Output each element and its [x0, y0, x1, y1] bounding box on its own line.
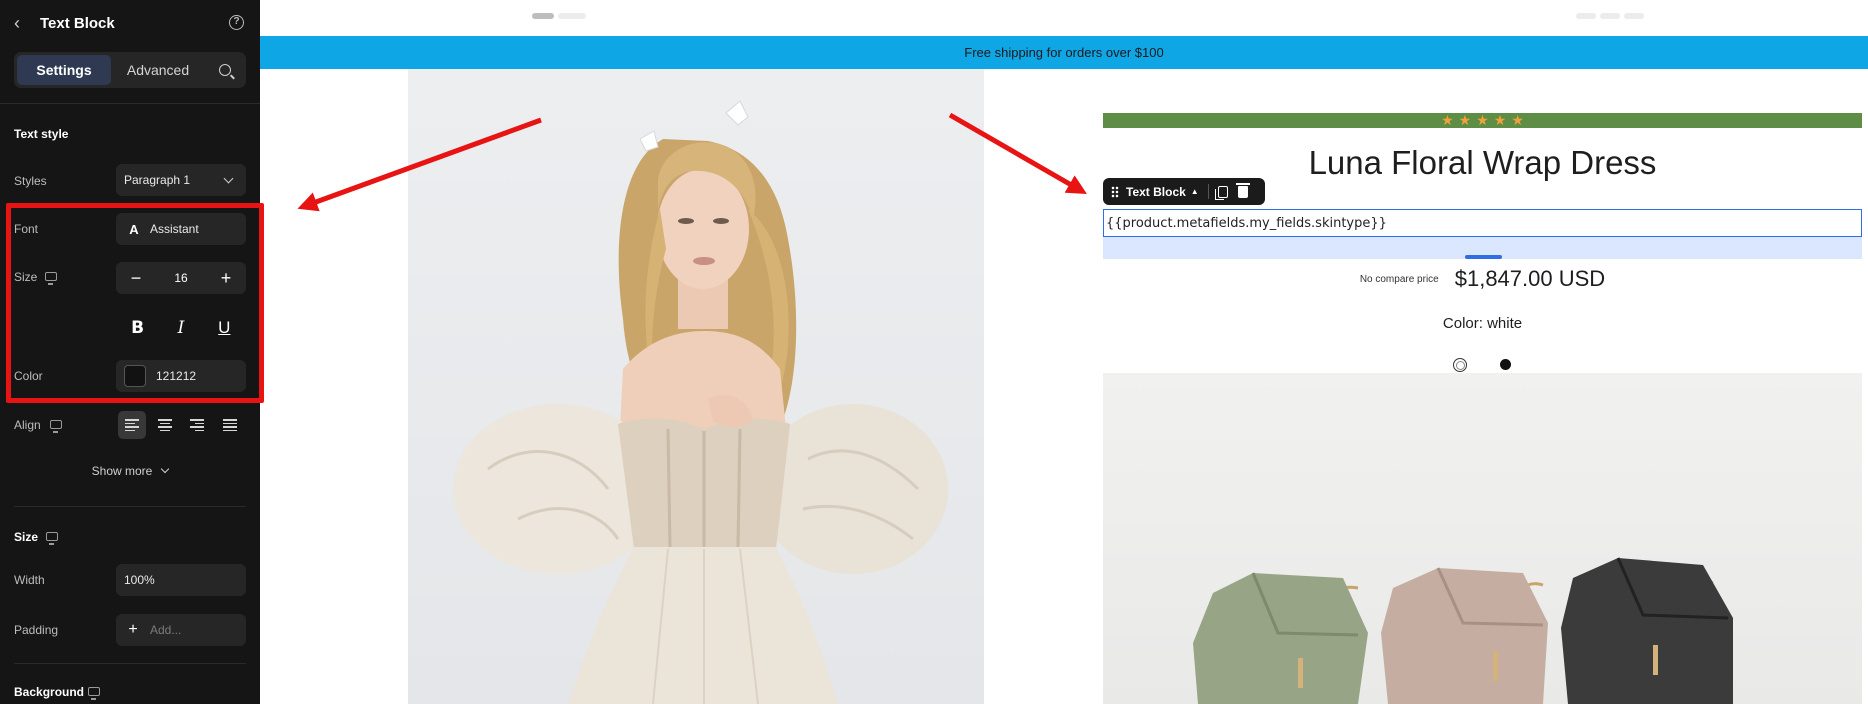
align-right-icon[interactable]: [183, 411, 211, 439]
star-icon: ★: [1476, 112, 1489, 128]
padding-label: Padding: [14, 623, 59, 637]
slide-dot-active[interactable]: [532, 13, 554, 19]
width-label: Width: [14, 573, 45, 587]
color-swatch[interactable]: [124, 365, 146, 387]
color-value[interactable]: 121212: [156, 369, 196, 383]
padding-input[interactable]: + Add...: [116, 614, 246, 646]
chevron-down-icon: [223, 173, 234, 184]
panel-tabs: Settings Advanced: [14, 52, 246, 88]
show-more-button[interactable]: Show more: [0, 464, 260, 478]
font-size-value[interactable]: 16: [174, 271, 187, 285]
panel-title: Text Block: [40, 14, 115, 32]
styles-value: Paragraph 1: [124, 173, 191, 187]
color-swatch-white[interactable]: [1453, 358, 1467, 372]
chevron-down-icon: [161, 464, 170, 474]
settings-panel: ‹ Text Block ? Settings Advanced Text st…: [0, 0, 260, 704]
size-section-heading: Size: [14, 530, 39, 544]
divider: [14, 663, 246, 664]
text-block-content: {{product.metafields.my_fields.skintype}…: [1106, 215, 1387, 231]
preview-canvas: Free shipping for orders over $100 ★ ★ ★…: [260, 0, 1868, 704]
device-monitor-icon[interactable]: [88, 687, 100, 700]
align-center-icon[interactable]: [151, 411, 179, 439]
star-icon: ★: [1441, 112, 1454, 128]
add-icon[interactable]: +: [124, 621, 142, 639]
underline-icon[interactable]: U: [209, 314, 239, 342]
text-style-heading: Text style: [14, 127, 69, 141]
width-value: 100%: [124, 573, 155, 587]
panel-header: ‹ Text Block ?: [0, 0, 260, 46]
decrease-icon[interactable]: −: [128, 268, 144, 289]
show-more-label: Show more: [91, 464, 153, 478]
text-format-buttons: B I U: [116, 312, 246, 344]
star-icon: ★: [1511, 112, 1524, 128]
caret-up-icon[interactable]: ▲: [1191, 187, 1199, 196]
device-monitor-icon[interactable]: [46, 532, 58, 545]
handbags-illustration: [1193, 557, 1733, 704]
font-value: Assistant: [150, 222, 199, 236]
slide-indicator: [532, 13, 586, 19]
size-label: Size: [14, 270, 38, 284]
selected-text-block[interactable]: {{product.metafields.my_fields.skintype}…: [1103, 209, 1862, 237]
align-left-icon[interactable]: [118, 411, 146, 439]
price-row: No compare price $1,847.00 USD: [1103, 266, 1862, 292]
product-secondary-image[interactable]: [1103, 373, 1862, 704]
align-label: Align: [14, 418, 41, 432]
padding-placeholder: Add...: [150, 623, 182, 637]
font-picker[interactable]: A Assistant: [116, 213, 246, 245]
color-swatch-black[interactable]: [1500, 359, 1511, 370]
increase-icon[interactable]: +: [218, 268, 234, 289]
resize-handle[interactable]: [1465, 255, 1502, 259]
font-label: Font: [14, 222, 39, 236]
product-price: $1,847.00 USD: [1454, 266, 1606, 291]
font-size-stepper: − 16 +: [116, 262, 246, 294]
bold-icon[interactable]: B: [123, 314, 153, 342]
model-photo-illustration: [453, 100, 948, 704]
alignment-buttons: [116, 409, 246, 441]
duplicate-icon[interactable]: [1214, 185, 1228, 200]
device-monitor-icon[interactable]: [50, 420, 62, 433]
device-monitor-icon[interactable]: [45, 272, 57, 285]
background-section-heading: Background: [14, 685, 85, 699]
help-icon[interactable]: ?: [229, 15, 244, 30]
divider: [14, 506, 246, 507]
styles-label: Styles: [14, 174, 47, 188]
search-icon[interactable]: [219, 64, 231, 76]
delete-icon[interactable]: [1235, 182, 1250, 198]
product-main-image[interactable]: [408, 69, 984, 704]
toolbar-separator: [1207, 184, 1209, 199]
styles-select[interactable]: Paragraph 1: [116, 164, 246, 196]
slide-dot[interactable]: [558, 13, 586, 19]
announcement-text: Free shipping for orders over $100: [964, 45, 1164, 60]
italic-icon[interactable]: I: [166, 314, 196, 342]
product-title[interactable]: Luna Floral Wrap Dress: [1103, 144, 1862, 182]
placeholder-dots: [1576, 13, 1644, 19]
toolbar-element-label[interactable]: Text Block: [1126, 185, 1186, 199]
width-input[interactable]: 100%: [116, 564, 246, 596]
compare-price-text: No compare price: [1359, 273, 1439, 285]
align-justify-icon[interactable]: [216, 411, 244, 439]
element-toolbar: Text Block ▲: [1103, 178, 1265, 205]
tab-advanced[interactable]: Advanced: [111, 55, 205, 85]
tab-settings[interactable]: Settings: [17, 55, 111, 85]
color-option-label: Color: white: [1442, 315, 1523, 332]
back-chevron-icon[interactable]: ‹: [14, 13, 36, 34]
drag-handle-icon[interactable]: [1111, 185, 1119, 198]
rating-bar: ★ ★ ★ ★ ★: [1103, 113, 1862, 128]
color-label: Color: [14, 369, 43, 383]
announcement-bar: Free shipping for orders over $100: [260, 36, 1868, 69]
color-picker[interactable]: 121212: [116, 360, 246, 392]
font-type-icon: A: [129, 221, 139, 237]
star-icon: ★: [1458, 112, 1472, 128]
divider: [0, 103, 260, 104]
star-icon: ★: [1493, 112, 1507, 128]
